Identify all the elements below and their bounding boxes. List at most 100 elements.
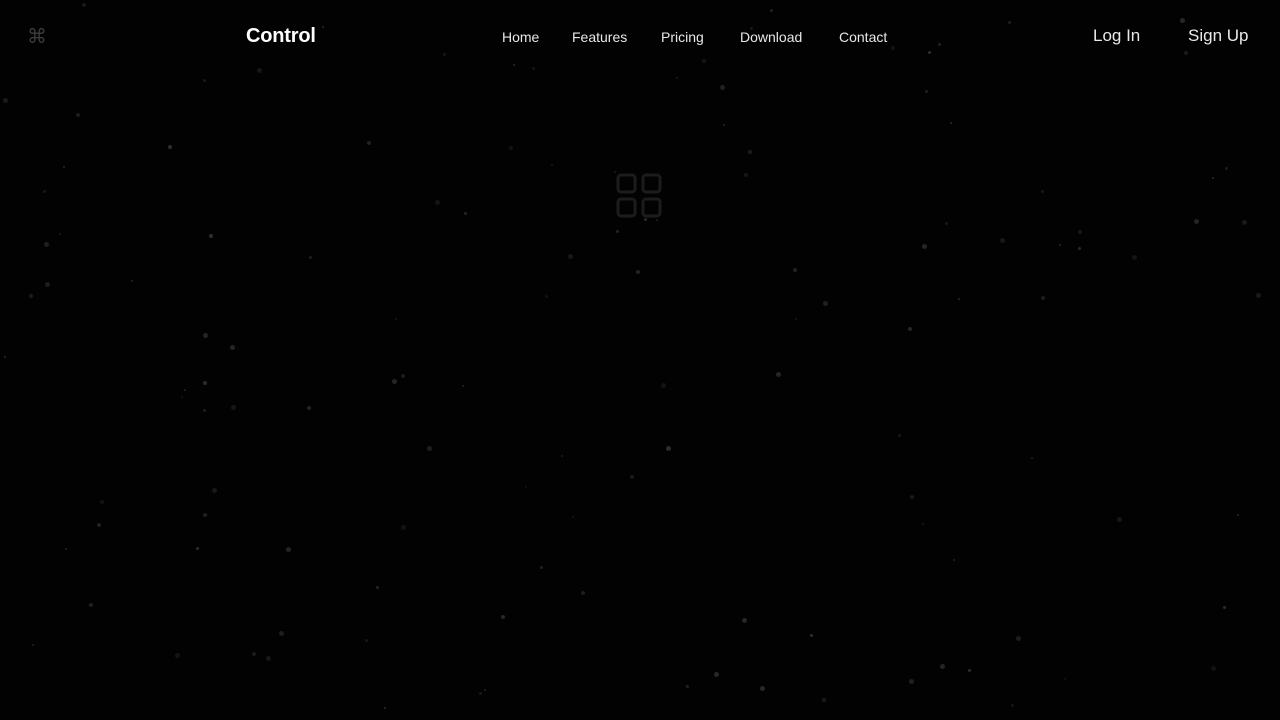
- star-dot: [686, 685, 689, 688]
- nav-pricing-link[interactable]: Pricing: [661, 27, 704, 47]
- star-dot: [3, 98, 8, 103]
- star-dot: [131, 280, 133, 282]
- star-dot: [286, 547, 291, 552]
- star-dot: [1212, 177, 1214, 179]
- star-dot: [395, 318, 397, 320]
- star-dot: [266, 656, 271, 661]
- star-dot: [744, 173, 748, 177]
- star-dot: [1078, 247, 1081, 250]
- star-dot: [525, 486, 527, 488]
- star-dot: [252, 652, 256, 656]
- star-dot: [365, 639, 368, 642]
- star-dot: [196, 547, 199, 550]
- star-dot: [666, 446, 671, 451]
- star-dot: [427, 446, 432, 451]
- star-dot: [551, 164, 553, 166]
- star-dot: [720, 85, 725, 90]
- star-dot: [181, 396, 183, 398]
- star-dot: [1242, 220, 1247, 225]
- star-dot: [760, 686, 765, 691]
- star-dot: [367, 141, 371, 145]
- star-dot: [307, 406, 311, 410]
- star-dot: [748, 150, 752, 154]
- star-dot: [922, 244, 927, 249]
- star-dot: [212, 488, 217, 493]
- star-dot: [401, 374, 405, 378]
- star-dot: [401, 525, 406, 530]
- star-dot: [1011, 704, 1014, 707]
- star-dot: [1031, 457, 1033, 459]
- star-dot: [776, 372, 781, 377]
- star-dot: [742, 618, 747, 623]
- nav-home-link[interactable]: Home: [502, 27, 539, 47]
- star-dot: [435, 200, 440, 205]
- star-dot: [723, 124, 725, 126]
- star-dot: [950, 122, 952, 124]
- star-dot: [561, 455, 563, 457]
- login-button[interactable]: Log In: [1093, 25, 1140, 47]
- star-dot: [184, 389, 186, 391]
- star-dot: [968, 669, 971, 672]
- star-dot: [392, 379, 397, 384]
- star-dot: [1016, 636, 1021, 641]
- star-dot: [100, 500, 104, 504]
- top-navbar: ⌘ Control Home Features Pricing Download…: [0, 0, 1280, 72]
- star-dot: [209, 234, 213, 238]
- star-dot: [462, 385, 464, 387]
- star-dot: [1041, 190, 1044, 193]
- star-dot: [479, 692, 482, 695]
- nav-features-link[interactable]: Features: [572, 27, 627, 47]
- star-dot: [922, 523, 924, 525]
- star-dot: [59, 233, 61, 235]
- star-dot: [572, 516, 574, 518]
- star-dot: [168, 145, 172, 149]
- star-dot: [203, 513, 207, 517]
- star-dot: [545, 295, 548, 298]
- star-dot: [1132, 255, 1137, 260]
- star-dot: [581, 591, 585, 595]
- star-dot: [676, 77, 678, 79]
- starfield-background: [0, 0, 1280, 720]
- star-dot: [203, 79, 206, 82]
- star-dot: [945, 222, 948, 225]
- star-dot: [1225, 167, 1228, 170]
- star-dot: [384, 707, 386, 709]
- nav-contact-link[interactable]: Contact: [839, 27, 887, 47]
- star-dot: [175, 653, 180, 658]
- star-dot: [616, 230, 619, 233]
- star-dot: [1064, 678, 1066, 680]
- star-dot: [1237, 514, 1239, 516]
- star-dot: [32, 644, 34, 646]
- star-dot: [1211, 666, 1216, 671]
- landing-page: ⌘ Control Home Features Pricing Download…: [0, 0, 1280, 720]
- star-dot: [509, 146, 513, 150]
- star-dot: [76, 113, 80, 117]
- signup-button[interactable]: Sign Up: [1188, 25, 1248, 47]
- star-dot: [279, 631, 284, 636]
- star-dot: [953, 559, 955, 561]
- star-dot: [925, 90, 928, 93]
- star-dot: [908, 327, 912, 331]
- star-dot: [65, 548, 67, 550]
- star-dot: [203, 409, 206, 412]
- star-dot: [1194, 219, 1199, 224]
- star-dot: [661, 383, 666, 388]
- star-dot: [630, 475, 634, 479]
- star-dot: [568, 254, 573, 259]
- nav-download-link[interactable]: Download: [740, 27, 802, 47]
- star-dot: [45, 282, 50, 287]
- star-dot: [376, 586, 379, 589]
- star-dot: [203, 381, 207, 385]
- star-dot: [822, 698, 826, 702]
- star-dot: [910, 495, 914, 499]
- star-dot: [44, 242, 49, 247]
- star-dot: [29, 294, 33, 298]
- star-dot: [795, 318, 797, 320]
- star-dot: [958, 298, 960, 300]
- star-dot: [1041, 296, 1045, 300]
- star-dot: [1078, 230, 1082, 234]
- star-dot: [1256, 293, 1261, 298]
- star-dot: [203, 333, 208, 338]
- star-dot: [940, 664, 945, 669]
- star-dot: [714, 672, 719, 677]
